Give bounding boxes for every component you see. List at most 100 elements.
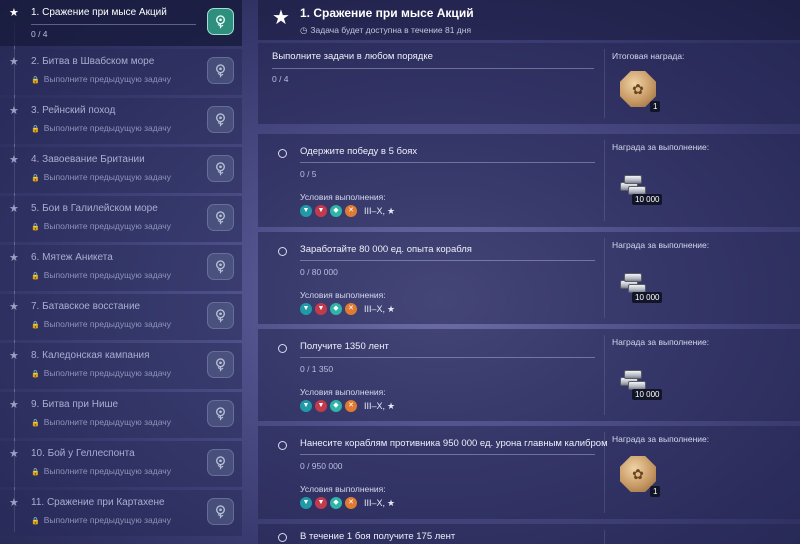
lock-icon: 🔒 [31, 77, 40, 84]
sidebar-item-title: 4. Завоевание Британии [31, 154, 145, 165]
status-text: Выполните предыдущую задачу [43, 123, 171, 133]
destroyer-class-icon: ▼ [300, 205, 312, 217]
sidebar-item-status: 🔒 Выполните предыдущую задачу [31, 368, 171, 378]
battleship-class-icon: ◆ [330, 497, 342, 509]
star-icon: ★ [9, 497, 19, 509]
task-card-1[interactable]: Одержите победу в 5 боях 0 / 5 Условия в… [258, 134, 800, 227]
lock-icon: 🔒 [31, 518, 40, 525]
sidebar-item-title: 1. Сражение при мысе Акций [31, 7, 167, 18]
sidebar-item-title: 5. Бои в Галилейском море [31, 203, 158, 214]
task-title: В течение 1 боя получите 175 лент [300, 531, 456, 542]
task-checkbox[interactable] [278, 344, 287, 353]
conditions-label: Условия выполнения: [300, 484, 386, 494]
conditions-icons: ▼ ▼ ◆ ✕ III–X, ★ [300, 205, 395, 217]
tier-text: III–X, [364, 497, 386, 508]
lock-icon: 🔒 [31, 322, 40, 329]
lock-icon: 🔒 [31, 224, 40, 231]
divider [604, 335, 605, 415]
divider [604, 530, 605, 544]
task-card-2[interactable]: Заработайте 80 000 ед. опыта корабля 0 /… [258, 232, 800, 324]
star-icon: ★ [9, 252, 19, 264]
page-title: 1. Сражение при мысе Акций [300, 6, 474, 20]
sidebar-item-9[interactable]: ★ 9. Битва при Нише 🔒 Выполните предыдущу… [0, 392, 242, 438]
status-text: Выполните предыдущую задачу [43, 368, 171, 378]
task-checkbox[interactable] [278, 441, 287, 450]
task-card-5[interactable]: В течение 1 боя получите 175 лент [258, 524, 800, 544]
sidebar-item-11[interactable]: ★ 11. Сражение при Картахене 🔒 Выполните … [0, 490, 242, 536]
clock-icon: ◷ [300, 25, 308, 35]
task-checkbox[interactable] [278, 247, 287, 256]
tier-range: III–X, ★ [364, 401, 395, 412]
final-reward[interactable]: ✿ 1 [618, 71, 662, 113]
star-icon: ★ [9, 203, 19, 215]
task-title: Получите 1350 лент [300, 341, 389, 352]
carrier-class-icon: ✕ [345, 205, 357, 217]
sidebar-item-3[interactable]: ★ 3. Рейнский поход 🔒 Выполните предыдущу… [0, 98, 242, 144]
task-progress: 0 / 1 350 [300, 364, 334, 374]
sidebar-item-8[interactable]: ★ 8. Каледонская кампания 🔒 Выполните пре… [0, 343, 242, 389]
status-text: Выполните предыдущую задачу [43, 270, 171, 280]
sidebar-item-status: 🔒 Выполните предыдущую задачу [31, 270, 171, 280]
reward-label: Награда за выполнение: [612, 142, 710, 152]
reward-quantity: 10 000 [632, 292, 663, 303]
sidebar-item-status: 🔒 Выполните предыдущую задачу [31, 172, 171, 182]
divider [604, 140, 605, 221]
rose-emblem-icon [207, 498, 234, 525]
task-checkbox[interactable] [278, 533, 287, 542]
cruiser-class-icon: ▼ [315, 303, 327, 315]
reward-label: Награда за выполнение: [612, 434, 710, 444]
task-reward[interactable]: 10 000 [618, 166, 663, 208]
star-icon: ★ [387, 497, 396, 508]
task-progress: 0 / 5 [300, 169, 317, 179]
task-checkbox[interactable] [278, 149, 287, 158]
sidebar-item-title: 3. Рейнский поход [31, 105, 116, 116]
sidebar-item-4[interactable]: ★ 4. Завоевание Британии 🔒 Выполните пред… [0, 147, 242, 193]
reward-label: Награда за выполнение: [612, 240, 710, 250]
tier-range: III–X, ★ [364, 498, 395, 509]
destroyer-class-icon: ▼ [300, 497, 312, 509]
task-card-4[interactable]: Нанесите кораблям противника 950 000 ед.… [258, 426, 800, 519]
rose-emblem-icon [207, 449, 234, 476]
tier-text: III–X, [364, 400, 386, 411]
divider [604, 49, 605, 118]
cruiser-class-icon: ▼ [315, 400, 327, 412]
status-text: Выполните предыдущую задачу [43, 466, 171, 476]
task-title: Заработайте 80 000 ед. опыта корабля [300, 244, 472, 255]
status-text: Выполните предыдущую задачу [43, 74, 171, 84]
availability-label: Задача будет доступна в течение 81 дня [310, 25, 472, 35]
task-card-3[interactable]: Получите 1350 лент 0 / 1 350 Условия вып… [258, 329, 800, 421]
sidebar-item-10[interactable]: ★ 10. Бой у Геллеспонта 🔒 Выполните преды… [0, 441, 242, 487]
lock-icon: 🔒 [31, 175, 40, 182]
sidebar-item-progress: 0 / 4 [31, 29, 48, 39]
sidebar-item-6[interactable]: ★ 6. Мятеж Аникета 🔒 Выполните предыдущую… [0, 245, 242, 291]
sidebar-item-7[interactable]: ★ 7. Батавское восстание 🔒 Выполните пред… [0, 294, 242, 340]
sidebar-item-status: 🔒 Выполните предыдущую задачу [31, 221, 171, 231]
conditions-icons: ▼ ▼ ◆ ✕ III–X, ★ [300, 303, 395, 315]
progress-bar [272, 68, 594, 69]
progress-bar [300, 260, 595, 261]
task-reward[interactable]: 10 000 [618, 264, 663, 306]
conditions-icons: ▼ ▼ ◆ ✕ III–X, ★ [300, 497, 395, 509]
sidebar-item-1[interactable]: ★ 1. Сражение при мысе Акций 0 / 4 [0, 0, 242, 46]
status-text: Выполните предыдущую задачу [43, 172, 171, 182]
rose-emblem-icon [207, 253, 234, 280]
task-reward[interactable]: ✿ 1 [618, 456, 662, 498]
star-icon: ★ [387, 400, 396, 411]
battleship-class-icon: ◆ [330, 400, 342, 412]
star-icon: ★ [272, 7, 290, 29]
cruiser-class-icon: ▼ [315, 205, 327, 217]
summary-progress: 0 / 4 [272, 74, 289, 84]
sidebar-item-2[interactable]: ★ 2. Битва в Швабском море 🔒 Выполните пр… [0, 49, 242, 95]
task-title: Нанесите кораблям противника 950 000 ед.… [300, 438, 608, 449]
progress-bar [300, 162, 595, 163]
sidebar-item-title: 10. Бой у Геллеспонта [31, 448, 135, 459]
sidebar-item-title: 6. Мятеж Аникета [31, 252, 113, 263]
rose-emblem-icon [207, 57, 234, 84]
final-reward-label: Итоговая награда: [612, 51, 685, 61]
destroyer-class-icon: ▼ [300, 400, 312, 412]
lock-icon: 🔒 [31, 420, 40, 427]
conditions-label: Условия выполнения: [300, 290, 386, 300]
sidebar-item-5[interactable]: ★ 5. Бои в Галилейском море 🔒 Выполните п… [0, 196, 242, 242]
task-reward[interactable]: 10 000 [618, 361, 663, 403]
star-icon: ★ [9, 154, 19, 166]
